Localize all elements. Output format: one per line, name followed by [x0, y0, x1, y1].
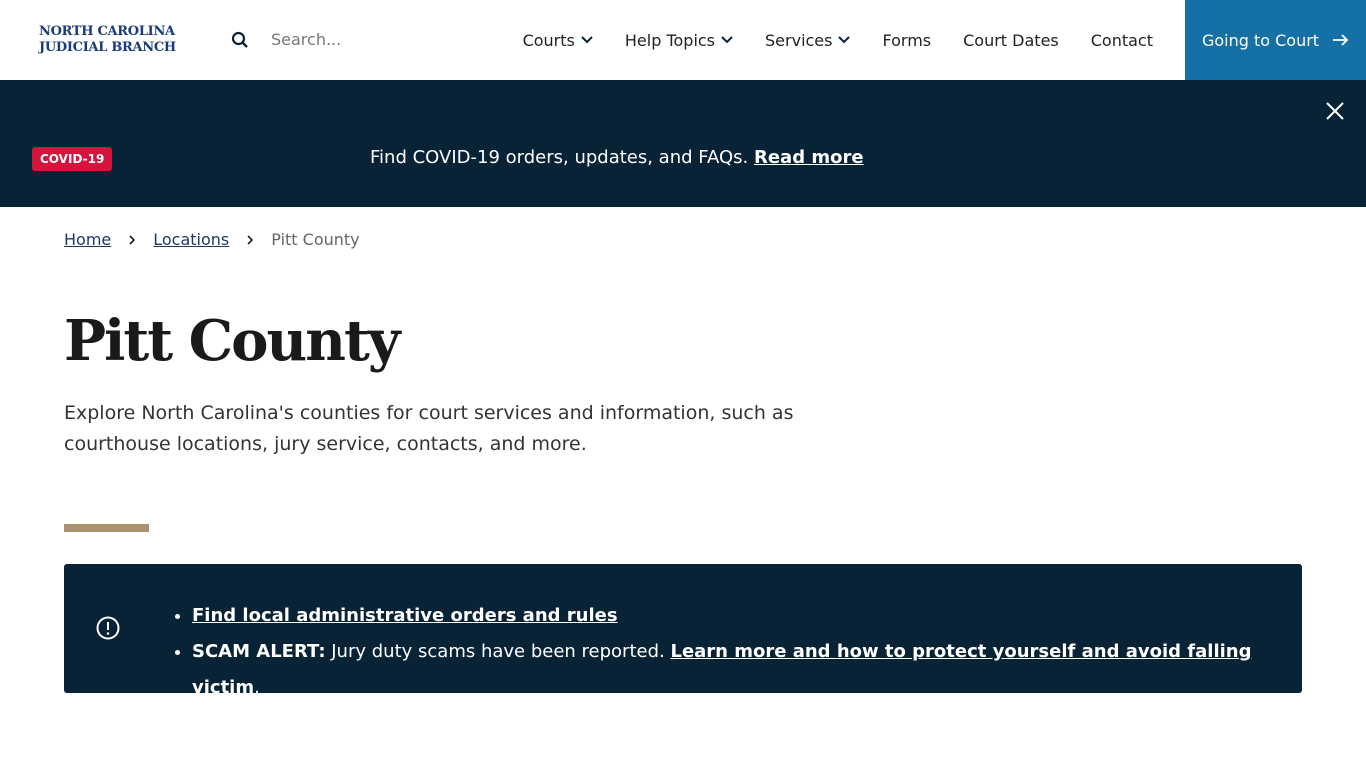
site-header: NORTH CAROLINA JUDICIAL BRANCH Courts He… [0, 0, 1366, 80]
close-icon[interactable] [1326, 102, 1344, 120]
logo-line-1: NORTH CAROLINA [39, 24, 175, 39]
nav-label: Help Topics [624, 30, 716, 50]
search-bar [231, 30, 451, 49]
cta-label: Going to Court [1201, 30, 1320, 50]
page-intro: Explore North Carolina's counties for co… [64, 402, 794, 455]
nav-forms[interactable]: Forms [882, 31, 931, 50]
logo-line-2: JUDICIAL BRANCH [39, 40, 176, 55]
going-to-court-button[interactable]: Going to Court [1185, 0, 1366, 80]
exclamation-circle-icon [96, 616, 120, 640]
breadcrumb-current: Pitt County [271, 230, 360, 249]
chevron-right-icon [129, 234, 136, 245]
nav-services[interactable]: Services [765, 30, 851, 50]
divider [64, 524, 149, 532]
nav-label: Services [765, 30, 833, 50]
page-title: Pitt County [64, 308, 400, 374]
scam-alert-label: SCAM ALERT: [192, 641, 326, 662]
alert-list: Find local administrative orders and rul… [192, 598, 1302, 706]
covid-badge: COVID-19 [32, 147, 113, 171]
nav-help-topics[interactable]: Help Topics [625, 31, 733, 50]
banner-text: Find COVID-19 orders, updates, and FAQs. [370, 147, 749, 168]
search-input[interactable] [271, 30, 451, 49]
alert-box: Find local administrative orders and rul… [64, 564, 1302, 698]
main-nav: Courts Help Topics Services Forms Court … [523, 0, 1153, 80]
scam-alert-text: Jury duty scams have been reported. [325, 641, 671, 662]
covid-banner: COVID-19 Find COVID-19 orders, updates, … [0, 80, 1366, 207]
nav-contact[interactable]: Contact [1091, 31, 1153, 50]
breadcrumb-home[interactable]: Home [64, 230, 111, 249]
banner-message: Find COVID-19 orders, updates, and FAQs.… [370, 147, 864, 168]
arrow-right-icon [1333, 34, 1349, 46]
breadcrumb: Home Locations Pitt County [64, 230, 360, 249]
period: . [254, 677, 260, 698]
list-item: Find local administrative orders and rul… [192, 598, 1302, 634]
nav-court-dates[interactable]: Court Dates [963, 31, 1059, 50]
site-logo[interactable]: NORTH CAROLINA JUDICIAL BRANCH [39, 24, 176, 56]
list-item: SCAM ALERT: Jury duty scams have been re… [192, 634, 1302, 706]
read-more-link[interactable]: Read more [754, 147, 864, 168]
breadcrumb-locations[interactable]: Locations [153, 230, 229, 249]
chevron-down-icon [838, 36, 851, 44]
search-icon[interactable] [231, 31, 249, 49]
chevron-down-icon [581, 36, 593, 44]
admin-orders-link[interactable]: Find local administrative orders and rul… [192, 605, 618, 626]
nav-courts[interactable]: Courts [523, 31, 593, 50]
chevron-down-icon [721, 36, 733, 44]
nav-label: Courts [522, 30, 575, 50]
chevron-right-icon [247, 234, 254, 245]
